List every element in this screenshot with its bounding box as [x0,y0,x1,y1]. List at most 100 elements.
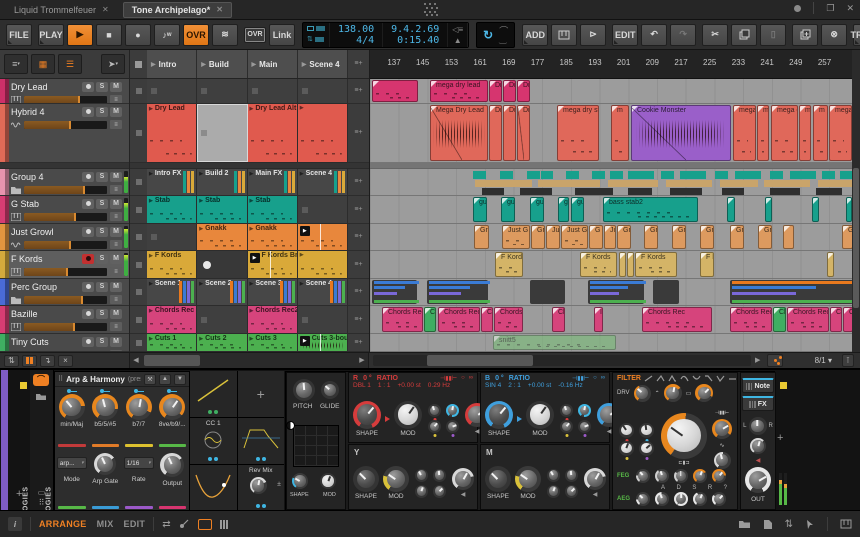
add-device-tab-button[interactable]: + [16,488,22,500]
record-arm-button[interactable] [82,309,94,319]
note-tab-button[interactable]: Note [742,378,774,393]
mute-button[interactable]: M [110,107,122,117]
clip-slot-4-0[interactable] [147,224,197,250]
project-tab-0[interactable]: Liquid Trommelfeuer✕ [6,2,117,18]
zoom-slider-button[interactable]: ⊺ [842,354,854,367]
mute-button[interactable]: M [110,282,122,292]
solo-button[interactable]: S [96,309,108,319]
track-list-menu-button[interactable]: ≡▾ [4,54,28,74]
arranger-clip[interactable]: mega dry stilt [557,105,599,161]
scene-header-1[interactable]: ▶Intro [147,50,197,78]
clip-play-icon[interactable]: ▶ [250,198,254,204]
volume-slider[interactable] [24,213,107,221]
launcher-clip[interactable]: ▶ [298,251,347,278]
volume-handle[interactable] [81,296,83,304]
solo-button[interactable]: S [96,172,108,182]
overdub-toggle[interactable]: OVR [244,27,266,43]
dual-display-icon[interactable]: ⇄ [162,519,170,530]
osc-small-knob[interactable] [428,420,441,433]
device-header-icon[interactable]: ⌒ [33,374,49,386]
out-volume-knob[interactable] [745,467,771,493]
grid-view-toggle[interactable]: ▦ [31,54,55,74]
arranger-clip[interactable]: F [627,252,634,277]
arranger-clip[interactable]: Ju [546,225,560,249]
clip-slot-3-2[interactable]: ▶Stab [248,196,298,223]
tempo-display[interactable]: 138.00 4/4 [330,23,383,47]
clip-play-icon[interactable]: ▶ [199,336,203,342]
filter-knob-a[interactable] [664,384,682,402]
track-row-dry-lead[interactable]: Dry LeadSM≡ [0,79,129,104]
view-tab-arrange[interactable]: ARRANGE [39,519,87,529]
clip-slot-4-1[interactable]: ▶Gnakk [197,224,247,250]
track-menu-button[interactable]: TRACK [853,24,860,46]
circle-icon[interactable]: ○ [461,375,465,382]
launcher-clip[interactable]: ▶Dry Lead Alt [248,104,297,162]
volume-slider[interactable] [24,323,107,331]
clip-play-icon[interactable]: ▶ [300,252,304,258]
sub-small-knob[interactable] [433,469,446,482]
close-tab-icon[interactable]: ✕ [216,5,223,14]
sub-small-knob[interactable] [565,485,578,498]
layered-editing-button[interactable]: ≋ [212,24,238,46]
link-button[interactable]: Link [269,24,295,46]
clip-slot-3-3[interactable] [298,196,348,223]
track-menu-button[interactable]: ≡ [110,267,122,276]
clip-play-icon[interactable]: ▶ [149,198,153,204]
note-editor-toggle[interactable] [220,520,228,529]
mute-button[interactable]: M [110,82,122,92]
monitor-speaker-icon[interactable]: ◀ [756,457,761,464]
arp-knob[interactable] [59,394,85,420]
clip-launcher-overdub-button[interactable] [22,355,37,367]
arranger-clip[interactable]: snitt5 [493,335,616,350]
clip-play-icon[interactable]: ▶ [250,226,254,232]
pan-knob[interactable] [749,417,767,435]
arranger-clip[interactable]: Gr [644,225,658,249]
clip-play-icon[interactable]: ▶ [300,105,304,111]
drive-knob[interactable] [634,385,651,402]
track-stop-button[interactable] [130,169,147,195]
clip-slot-1-1[interactable] [197,104,247,162]
stop-all-clips-button[interactable]: × [58,355,73,367]
scene-header-2[interactable]: ▶Build [197,50,247,78]
row-menu-button[interactable]: ≡+ [348,104,369,162]
speaker-icon[interactable]: ◀ [475,428,480,435]
clip-slot-2-0[interactable]: ▶Intro FX [147,169,197,195]
volume-slider[interactable] [24,241,107,249]
clip-slot-2-2[interactable]: ▶Main FX [248,169,298,195]
device-preset-name[interactable]: (preset p... [128,376,141,383]
filter-knob-b[interactable] [695,384,713,402]
record-arm-button[interactable] [82,82,94,92]
shape-knob[interactable] [292,473,308,489]
arranger-clip[interactable]: gu [473,197,487,222]
launcher-clip[interactable]: ▶ [298,224,347,250]
arp-knob[interactable] [94,453,116,475]
osc-small-knob[interactable] [446,420,459,433]
return-to-arrangement-button[interactable]: ↴ [40,355,55,367]
arranger-clip[interactable]: Dr [517,80,530,102]
clip-launcher-visible-toggle[interactable] [198,519,212,530]
add-audio-track-button[interactable]: ⊳ [580,24,606,46]
clip-slot-7-2[interactable]: ▶Chords Rec2 [248,306,298,333]
arranger-clip[interactable]: m [611,105,629,161]
clip-slot-3-0[interactable]: ▶Stab [147,196,197,223]
track-menu-button[interactable]: ≡ [110,322,122,331]
row-menu-button[interactable]: ≡+ [348,196,369,223]
view-tab-edit[interactable]: EDIT [124,519,146,529]
arranger-clip[interactable]: Dr [503,80,516,102]
track-menu-button[interactable]: ≡ [110,185,122,194]
mod-knob[interactable] [320,473,336,489]
clip-slot-0-1[interactable] [197,79,247,103]
arranger-clip[interactable]: Chords Rec [787,307,829,332]
punch-in-icon[interactable]: ⌒‿ [499,27,508,43]
keytrack-icon[interactable]: ⊣▮▮⊢ [440,375,457,382]
feg-knob[interactable] [712,469,726,483]
osc-small-knob[interactable] [578,420,591,433]
file-icon[interactable] [763,519,773,530]
filter-type-icon[interactable] [704,375,713,382]
add-menu-button[interactable]: ADD [522,24,548,46]
arranger-clip[interactable]: Ch [830,307,842,332]
arranger-clip[interactable]: mega dry lead [430,80,488,102]
scroll-left-icon[interactable]: ◀ [131,355,141,366]
arp-select[interactable]: 1/16▾ [124,457,154,469]
launcher-scroll-thumb[interactable] [144,355,200,366]
